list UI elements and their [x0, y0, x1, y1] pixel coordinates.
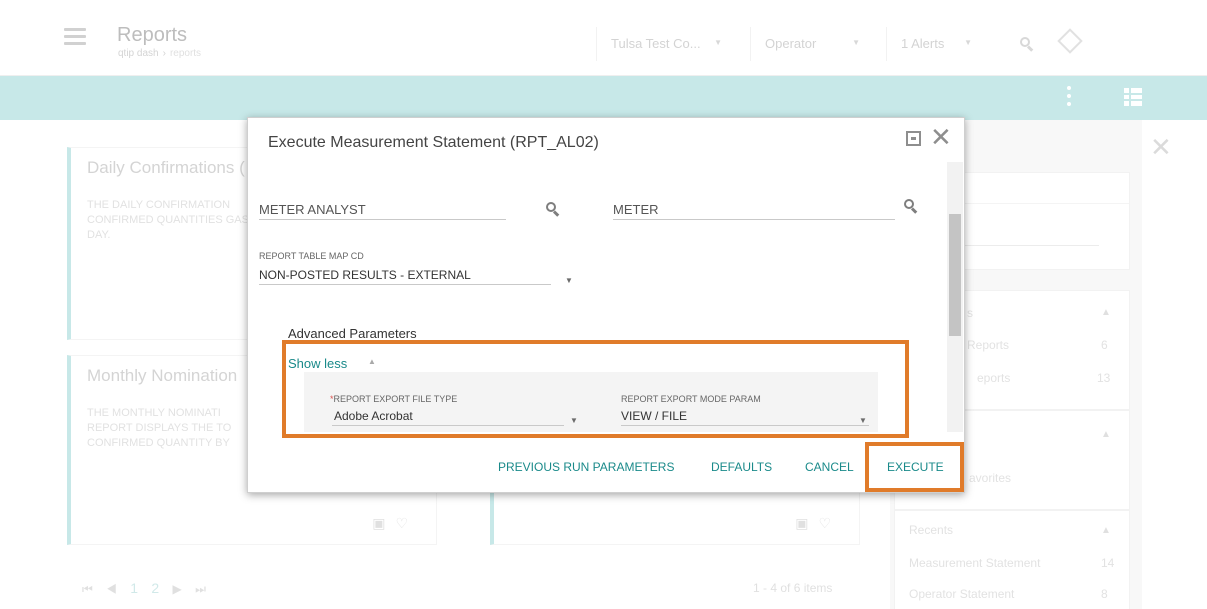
meter-analyst-input[interactable]: METER ANALYST — [259, 202, 506, 220]
meter-input[interactable]: METER — [613, 202, 895, 220]
advanced-parameters-title: Advanced Parameters — [288, 326, 417, 341]
previous-run-parameters-button[interactable]: PREVIOUS RUN PARAMETERS — [498, 460, 674, 474]
maximize-icon[interactable] — [906, 131, 921, 146]
dialog-scrollbar[interactable] — [947, 162, 963, 432]
highlight-advanced-parameters — [282, 340, 909, 438]
report-table-map-value[interactable]: NON-POSTED RESULTS - EXTERNAL — [259, 268, 471, 282]
meter-placeholder: METER — [613, 202, 659, 217]
search-icon[interactable] — [546, 202, 560, 217]
cancel-button[interactable]: CANCEL — [805, 460, 854, 474]
dialog-title: Execute Measurement Statement (RPT_AL02) — [268, 134, 599, 151]
caret-down-icon[interactable]: ▼ — [565, 276, 573, 285]
report-table-map-label: REPORT TABLE MAP CD — [259, 251, 364, 261]
highlight-execute-button — [865, 442, 964, 492]
close-icon[interactable]: ✕ — [930, 122, 952, 152]
scrollbar-thumb[interactable] — [949, 214, 961, 336]
meter-analyst-placeholder: METER ANALYST — [259, 202, 366, 217]
defaults-button[interactable]: DEFAULTS — [711, 460, 772, 474]
search-icon[interactable] — [904, 199, 918, 214]
